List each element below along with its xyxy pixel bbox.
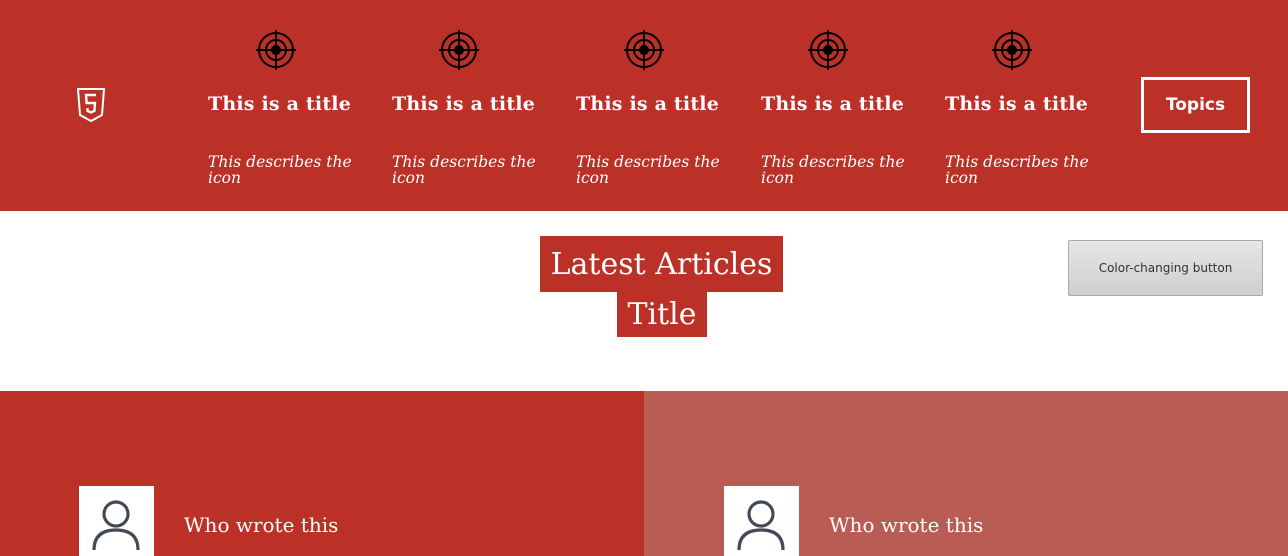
article-card[interactable]: Who wrote this	[644, 391, 1288, 556]
topics-button[interactable]: Topics	[1141, 77, 1250, 133]
target-icon	[624, 30, 664, 70]
feature-title: This is a title	[945, 93, 1089, 115]
target-icon	[808, 30, 848, 70]
site-header: This is a title This describes the icon …	[0, 0, 1288, 211]
section-title: Title	[617, 292, 707, 337]
target-icon	[439, 30, 479, 70]
target-icon	[256, 30, 296, 70]
author-name: Who wrote this	[184, 513, 339, 537]
user-icon	[737, 500, 785, 551]
feature-title: This is a title	[576, 93, 720, 115]
latest-articles-heading: Latest Articles	[540, 236, 783, 292]
feature-title: This is a title	[392, 93, 536, 115]
html5-icon[interactable]	[77, 88, 105, 122]
avatar	[724, 486, 799, 556]
avatar	[79, 486, 154, 556]
feature-title: This is a title	[761, 93, 905, 115]
feature-description: This describes the icon	[945, 153, 1089, 187]
feature-description: This describes the icon	[761, 153, 905, 187]
feature-description: This describes the icon	[392, 153, 536, 187]
target-icon	[992, 30, 1032, 70]
article-card[interactable]: Who wrote this	[0, 391, 644, 556]
user-icon	[92, 500, 140, 551]
author-name: Who wrote this	[829, 513, 984, 537]
feature-title: This is a title	[208, 93, 352, 115]
feature-description: This describes the icon	[576, 153, 720, 187]
feature-description: This describes the icon	[208, 153, 352, 187]
color-changing-button[interactable]: Color-changing button	[1068, 240, 1263, 296]
